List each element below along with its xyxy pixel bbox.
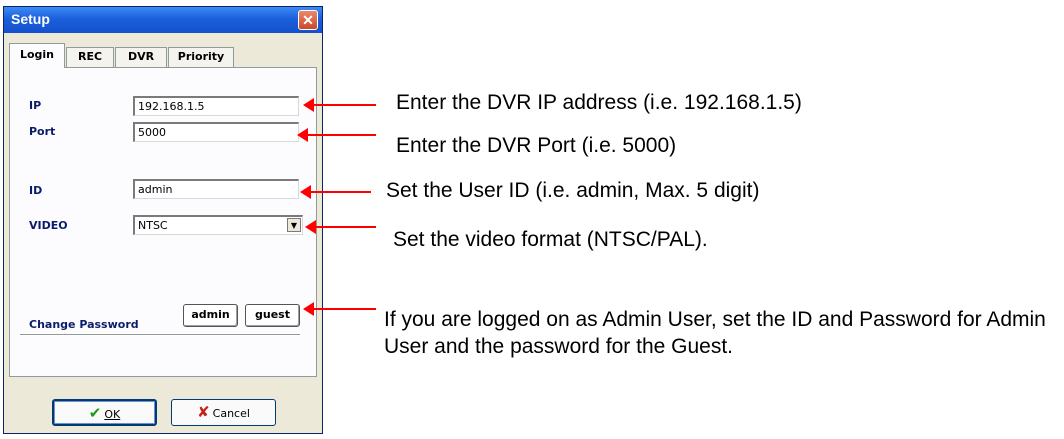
- video-annotation: Set the video format (NTSC/PAL).: [393, 228, 708, 251]
- ok-label: OK: [104, 408, 121, 421]
- close-icon[interactable]: ✕: [298, 10, 318, 30]
- tab-rec[interactable]: REC: [66, 47, 114, 67]
- port-input[interactable]: 5000: [133, 122, 299, 142]
- id-annotation: Set the User ID (i.e. admin, Max. 5 digi…: [386, 179, 760, 202]
- ip-input[interactable]: 192.168.1.5: [133, 96, 299, 116]
- x-icon: ✘: [197, 403, 210, 421]
- change-password-label: Change Password: [29, 318, 139, 331]
- cancel-label: Cancel: [212, 407, 250, 420]
- guest-password-button[interactable]: guest: [245, 304, 300, 327]
- video-arrow: [305, 220, 376, 234]
- video-select[interactable]: NTSC ▼: [133, 215, 303, 235]
- id-input[interactable]: admin: [133, 179, 299, 199]
- port-arrow: [297, 128, 376, 142]
- port-annotation: Enter the DVR Port (i.e. 5000): [396, 134, 677, 157]
- id-label: ID: [29, 184, 43, 197]
- ok-button[interactable]: ✔ OK: [52, 399, 157, 426]
- cancel-button[interactable]: ✘ Cancel: [171, 399, 276, 426]
- password-annotation: If you are logged on as Admin User, set …: [384, 308, 1046, 358]
- ip-annotation: Enter the DVR IP address (i.e. 192.168.1…: [396, 91, 802, 114]
- tab-priority[interactable]: Priority: [168, 47, 234, 67]
- video-label: VIDEO: [29, 219, 68, 232]
- port-label: Port: [29, 125, 56, 138]
- ip-label: IP: [29, 99, 42, 112]
- setup-dialog: Setup ✕ Login REC DVR Priority IP 192.16…: [3, 6, 323, 434]
- divider: [20, 334, 300, 336]
- password-arrow: [303, 302, 376, 316]
- title-bar[interactable]: Setup ✕: [4, 7, 322, 33]
- ip-arrow: [303, 98, 376, 112]
- tab-dvr[interactable]: DVR: [115, 47, 167, 67]
- dialog-title: Setup: [11, 11, 50, 27]
- video-select-value: NTSC: [138, 219, 168, 232]
- checkmark-icon: ✔: [88, 404, 102, 422]
- id-arrow: [300, 185, 371, 199]
- admin-password-button[interactable]: admin: [183, 304, 238, 327]
- tab-login[interactable]: Login: [9, 43, 65, 68]
- chevron-down-icon[interactable]: ▼: [287, 218, 301, 232]
